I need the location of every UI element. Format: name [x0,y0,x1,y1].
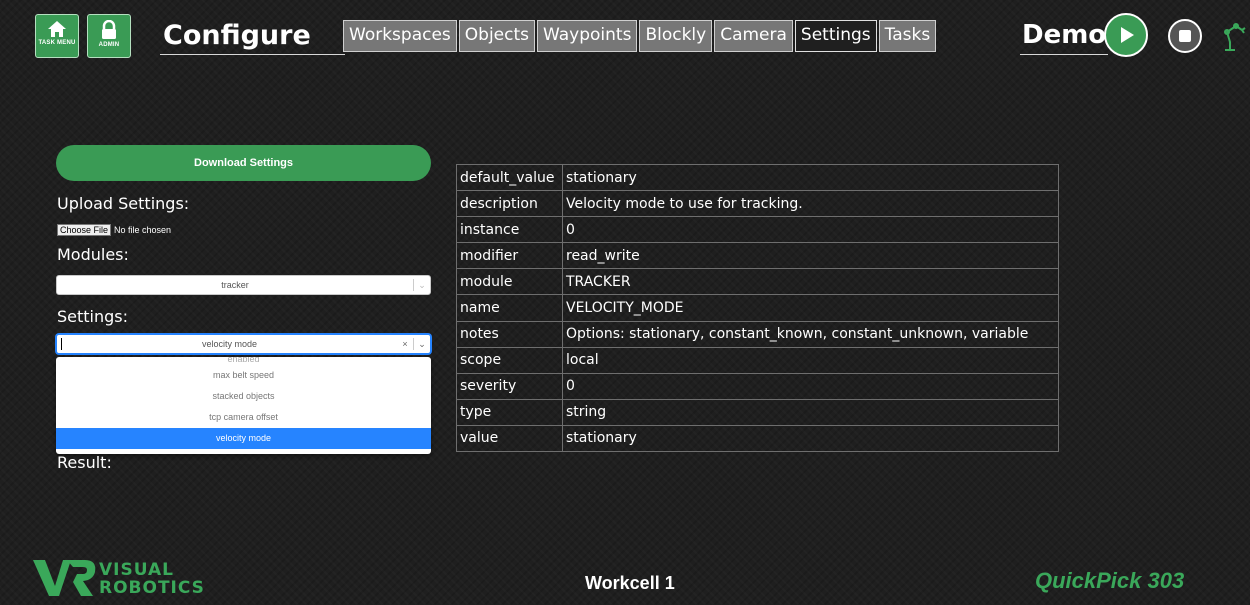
table-row: type string [456,398,1059,426]
table-value: TRACKER [562,268,1059,296]
table-key: severity [456,372,563,400]
lock-icon [102,20,116,39]
tab-blockly[interactable]: Blockly [639,20,713,52]
table-row: notes Options: stationary, constant_known… [456,320,1059,348]
mode-label: Demo [1022,20,1107,50]
table-value: 0 [562,372,1059,400]
dropdown-option[interactable]: max belt speed [56,365,431,386]
download-settings-button[interactable]: Download Settings [56,145,431,181]
workcell-label: Workcell 1 [585,573,675,593]
logo-text-visual: VISUAL [99,560,174,580]
table-value: string [562,398,1059,426]
admin-label: ADMIN [98,42,120,48]
chevron-down-icon[interactable]: ⌄ [414,339,430,350]
table-key: default_value [456,163,563,192]
table-key: modifier [456,242,563,270]
table-row: name VELOCITY_MODE [456,294,1059,322]
admin-button[interactable]: ADMIN [87,14,131,58]
result-label: Result: [57,453,112,472]
vr-logo-icon [33,560,96,596]
file-upload: Choose File No file chosen [57,224,171,236]
modules-label: Modules: [57,245,129,264]
table-value: VELOCITY_MODE [562,294,1059,322]
settings-dropdown-menu: enabled max belt speed stacked objects t… [56,357,431,454]
table-value: 0 [562,216,1059,244]
tab-objects[interactable]: Objects [458,20,536,52]
tab-tasks[interactable]: Tasks [878,20,937,52]
tab-settings[interactable]: Settings [794,20,877,52]
table-row: value stationary [456,424,1059,453]
dropdown-option-selected[interactable]: velocity mode [56,428,431,449]
table-row: instance 0 [456,216,1059,244]
table-value: stationary [562,424,1059,453]
play-icon [1121,27,1134,43]
home-icon [48,21,66,37]
stop-icon [1179,30,1191,42]
tab-camera[interactable]: Camera [714,20,793,52]
modules-select[interactable]: tracker ⌄ [56,275,431,295]
play-button[interactable] [1104,13,1148,57]
mode-underline [1020,54,1108,55]
table-key: module [456,268,563,296]
table-row: severity 0 [456,372,1059,400]
table-value: stationary [562,163,1059,192]
settings-select-value: velocity mode [201,339,258,349]
table-key: instance [456,216,563,244]
table-key: description [456,190,563,218]
file-status: No file chosen [114,225,172,235]
table-row: scope local [456,346,1059,374]
table-row: modifier read_write [456,242,1059,270]
table-row: default_value stationary [456,163,1059,192]
title-underline [160,54,345,55]
dropdown-option[interactable]: stacked objects [56,386,431,407]
settings-label: Settings: [57,307,129,326]
table-key: scope [456,346,563,374]
clear-icon[interactable]: × [397,339,413,349]
upload-settings-label: Upload Settings: [57,194,190,213]
robot-arm-icon [1224,23,1246,51]
product-name: QuickPick 303 [1035,568,1185,593]
page-title: Configure [163,20,311,51]
chevron-down-icon[interactable]: ⌄ [414,280,430,291]
table-row: description Velocity mode to use for trac… [456,190,1059,218]
dropdown-option[interactable]: tcp camera offset [56,407,431,428]
task-menu-label: TASK MENU [38,40,76,46]
table-key: name [456,294,563,322]
tab-workspaces[interactable]: Workspaces [343,20,457,52]
table-value: Options: stationary, constant_known, con… [562,320,1059,348]
modules-select-value: tracker [221,280,249,290]
table-value: Velocity mode to use for tracking. [562,190,1059,218]
settings-table: default_value stationary description Veloc… [456,163,1059,453]
tab-bar: Workspaces Objects Waypoints Blockly Cam… [343,20,938,52]
tab-waypoints[interactable]: Waypoints [537,20,638,52]
logo-text-robotics: ROBOTICS [99,578,205,598]
table-key: type [456,398,563,426]
choose-file-button[interactable]: Choose File [57,224,112,236]
stop-button[interactable] [1168,19,1202,53]
table-value: read_write [562,242,1059,270]
dropdown-option[interactable]: enabled [56,357,431,365]
table-value: local [562,346,1059,374]
table-key: notes [456,320,563,348]
settings-select[interactable]: velocity mode × ⌄ [56,334,431,354]
table-row: module TRACKER [456,268,1059,296]
task-menu-button[interactable]: TASK MENU [35,14,79,58]
table-key: value [456,424,563,453]
visual-robotics-logo: VISUAL ROBOTICS [33,556,204,602]
